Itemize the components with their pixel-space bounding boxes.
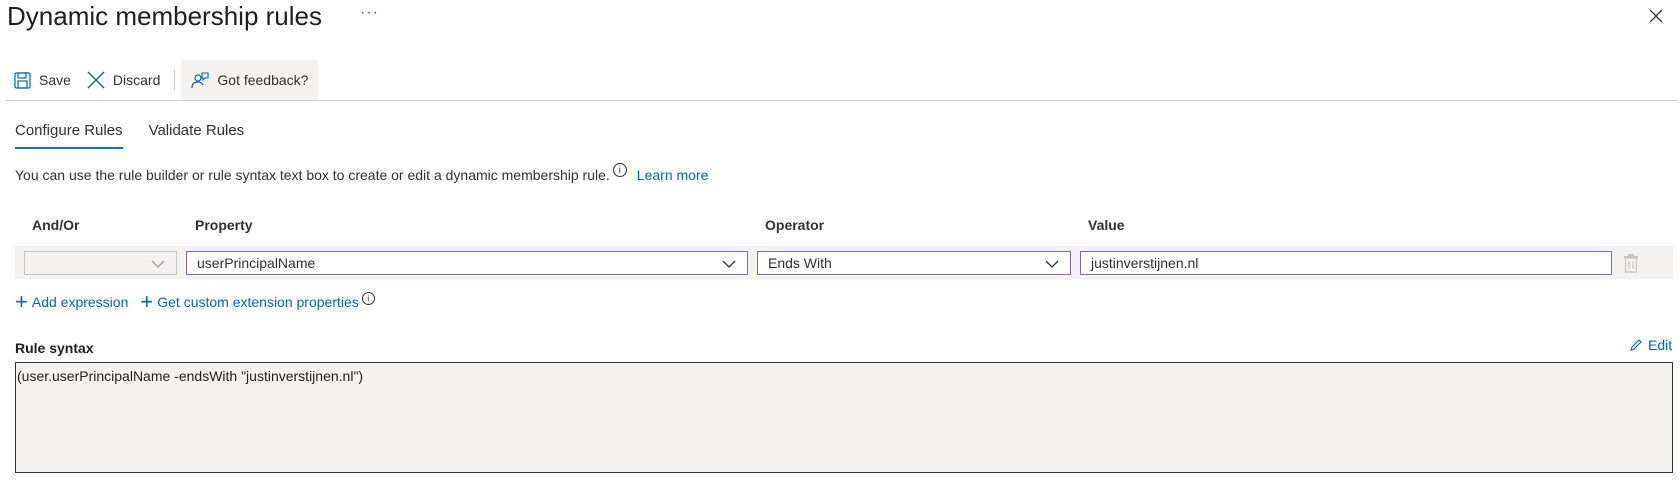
header-value: Value <box>1088 217 1125 233</box>
command-bar: Save Discard Got feedback? <box>6 60 319 100</box>
header-and-or: And/Or <box>32 217 80 233</box>
value-text: justinverstijnen.nl <box>1091 255 1199 271</box>
rule-syntax-label: Rule syntax <box>15 340 94 356</box>
tab-configure-rules[interactable]: Configure Rules <box>15 122 123 149</box>
tab-validate-rules[interactable]: Validate Rules <box>149 122 245 149</box>
value-input[interactable]: justinverstijnen.nl <box>1080 251 1612 275</box>
header-operator: Operator <box>765 217 825 233</box>
learn-more-link[interactable]: Learn more <box>637 167 709 183</box>
rule-syntax-textbox[interactable]: (user.userPrincipalName -endsWith "justi… <box>15 362 1673 473</box>
discard-icon <box>87 71 105 89</box>
close-button[interactable] <box>1646 6 1666 26</box>
info-text: You can use the rule builder or rule syn… <box>15 167 610 183</box>
delete-row-button[interactable] <box>1623 253 1639 273</box>
save-icon <box>14 71 31 89</box>
more-options-button[interactable]: ··· <box>360 4 379 22</box>
discard-label: Discard <box>112 72 161 88</box>
chevron-down-icon <box>1045 260 1059 268</box>
and-or-dropdown[interactable] <box>24 251 177 275</box>
header-property: Property <box>195 217 253 233</box>
expression-actions: + Add expression + Get custom extension … <box>15 289 387 314</box>
operator-dropdown[interactable]: Ends With <box>757 251 1071 275</box>
add-expression-label: Add expression <box>31 294 129 310</box>
pencil-icon <box>1630 339 1642 351</box>
tab-list: Configure Rules Validate Rules <box>15 122 270 149</box>
chevron-down-icon <box>722 260 736 268</box>
plus-icon: + <box>140 289 154 314</box>
toolbar-divider <box>174 70 176 90</box>
plus-icon: + <box>15 289 28 314</box>
add-expression-button[interactable]: + Add expression <box>15 289 129 314</box>
info-line: You can use the rule builder or rule syn… <box>15 163 709 183</box>
custom-extension-label: Get custom extension properties <box>157 294 359 310</box>
close-icon <box>1649 9 1663 23</box>
save-button[interactable]: Save <box>6 60 79 100</box>
custom-extension-button[interactable]: + Get custom extension properties i <box>140 289 375 314</box>
info-icon[interactable]: i <box>361 291 375 305</box>
edit-label: Edit <box>1648 337 1673 353</box>
operator-value: Ends With <box>768 255 832 271</box>
divider <box>6 100 1678 101</box>
rule-syntax-text: (user.userPrincipalName -endsWith "justi… <box>17 368 364 384</box>
feedback-button[interactable]: Got feedback? <box>181 60 319 100</box>
info-icon[interactable]: i <box>612 163 627 177</box>
property-dropdown[interactable]: userPrincipalName <box>186 251 748 275</box>
property-value: userPrincipalName <box>197 255 316 271</box>
chevron-down-icon <box>151 260 165 268</box>
save-label: Save <box>39 72 71 88</box>
page-title: Dynamic membership rules <box>7 1 322 31</box>
feedback-label: Got feedback? <box>217 72 309 88</box>
trash-icon <box>1624 254 1638 273</box>
edit-button[interactable]: Edit <box>1629 337 1672 353</box>
feedback-icon <box>191 72 209 89</box>
discard-button[interactable]: Discard <box>79 60 168 100</box>
